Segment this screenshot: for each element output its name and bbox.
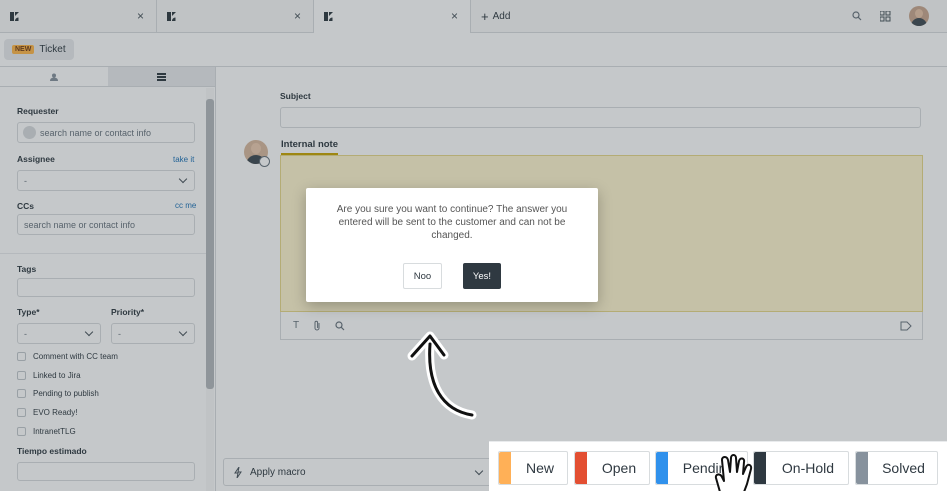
annotation-arrow-icon <box>407 331 477 420</box>
status-color-stripe <box>575 452 587 484</box>
status-color-stripe <box>499 452 511 484</box>
confirm-dialog: Are you sure you want to continue? The a… <box>306 188 598 302</box>
status-label: Solved <box>882 460 925 476</box>
status-label: New <box>525 460 554 476</box>
status-color-stripe <box>856 452 868 484</box>
status-label: Open <box>601 460 637 476</box>
status-solved-button[interactable]: Solved <box>855 451 938 485</box>
status-on-hold-button[interactable]: On-Hold <box>753 451 849 485</box>
hand-cursor-icon <box>714 454 753 491</box>
status-label: On-Hold <box>781 460 835 476</box>
status-open-button[interactable]: Open <box>574 451 650 485</box>
cancel-button[interactable]: Noo <box>403 263 442 289</box>
confirm-button[interactable]: Yes! <box>463 263 501 289</box>
status-color-stripe <box>656 452 668 484</box>
dialog-message: Are you sure you want to continue? The a… <box>336 204 568 241</box>
status-new-button[interactable]: New <box>498 451 568 485</box>
